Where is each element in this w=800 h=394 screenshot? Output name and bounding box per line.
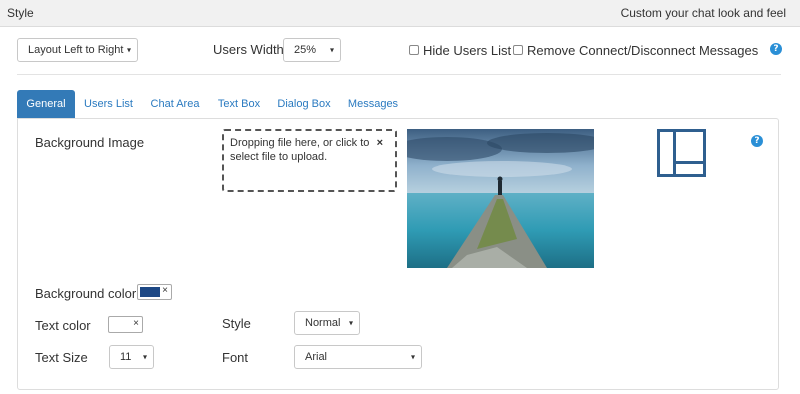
tab-chat-area[interactable]: Chat Area — [147, 90, 203, 118]
background-color-swatch — [140, 287, 160, 297]
help-icon[interactable]: ? — [770, 43, 782, 55]
hide-users-label: Hide Users List — [423, 43, 512, 58]
text-color-picker[interactable]: × — [108, 316, 143, 333]
background-image-preview — [407, 129, 594, 268]
chevron-down-icon: ▾ — [410, 352, 415, 362]
remove-messages-checkbox[interactable] — [513, 45, 523, 55]
text-color-label: Text color — [35, 318, 91, 333]
text-size-select[interactable]: 11 ▾ — [109, 345, 154, 369]
chevron-down-icon: ▾ — [348, 318, 353, 328]
hide-users-checkbox[interactable] — [409, 45, 419, 55]
tab-users-list[interactable]: Users List — [81, 90, 136, 118]
page-title: Style — [7, 6, 34, 20]
users-width-label: Users Width — [213, 42, 284, 57]
tab-text-box[interactable]: Text Box — [215, 90, 263, 118]
page-subtitle: Custom your chat look and feel — [620, 6, 786, 20]
tab-messages[interactable]: Messages — [345, 90, 401, 118]
layout-select[interactable]: Layout Left to Right ▾ — [17, 38, 138, 62]
chevron-down-icon: ▾ — [142, 352, 147, 362]
style-label: Style — [222, 316, 251, 331]
background-color-label: Background color — [35, 286, 137, 301]
clear-icon[interactable]: × — [133, 318, 139, 329]
layout-preview-divider — [673, 132, 676, 174]
chevron-down-icon: ▾ — [329, 45, 334, 55]
divider — [17, 74, 781, 75]
help-icon[interactable]: ? — [751, 135, 763, 147]
chevron-down-icon: ▾ — [126, 45, 131, 55]
layout-preview-icon[interactable] — [657, 129, 706, 177]
background-image-label: Background Image — [35, 135, 145, 150]
text-size-label: Text Size — [35, 350, 88, 365]
header-bar: Style Custom your chat look and feel — [0, 0, 800, 27]
layout-select-value: Layout Left to Right — [28, 44, 124, 56]
clear-icon[interactable]: × — [162, 285, 168, 296]
remove-messages-label: Remove Connect/Disconnect Messages — [527, 43, 759, 58]
tab-dialog-box[interactable]: Dialog Box — [275, 90, 333, 118]
text-size-value: 11 — [120, 351, 132, 363]
background-color-picker[interactable]: × — [137, 284, 172, 300]
users-width-value: 25% — [294, 44, 317, 56]
tab-general[interactable]: General — [17, 90, 75, 118]
users-width-select[interactable]: 25% ▾ — [283, 38, 341, 62]
style-select[interactable]: Normal ▾ — [294, 311, 360, 335]
close-icon[interactable]: × — [377, 136, 383, 150]
file-dropzone[interactable]: Dropping file here, or click to select f… — [222, 129, 397, 192]
font-select[interactable]: Arial ▾ — [294, 345, 422, 369]
layout-preview-divider — [676, 161, 703, 164]
style-value: Normal — [305, 317, 341, 329]
font-value: Arial — [305, 351, 328, 363]
font-label: Font — [222, 350, 249, 365]
dropzone-text: Dropping file here, or click to select f… — [230, 137, 370, 163]
